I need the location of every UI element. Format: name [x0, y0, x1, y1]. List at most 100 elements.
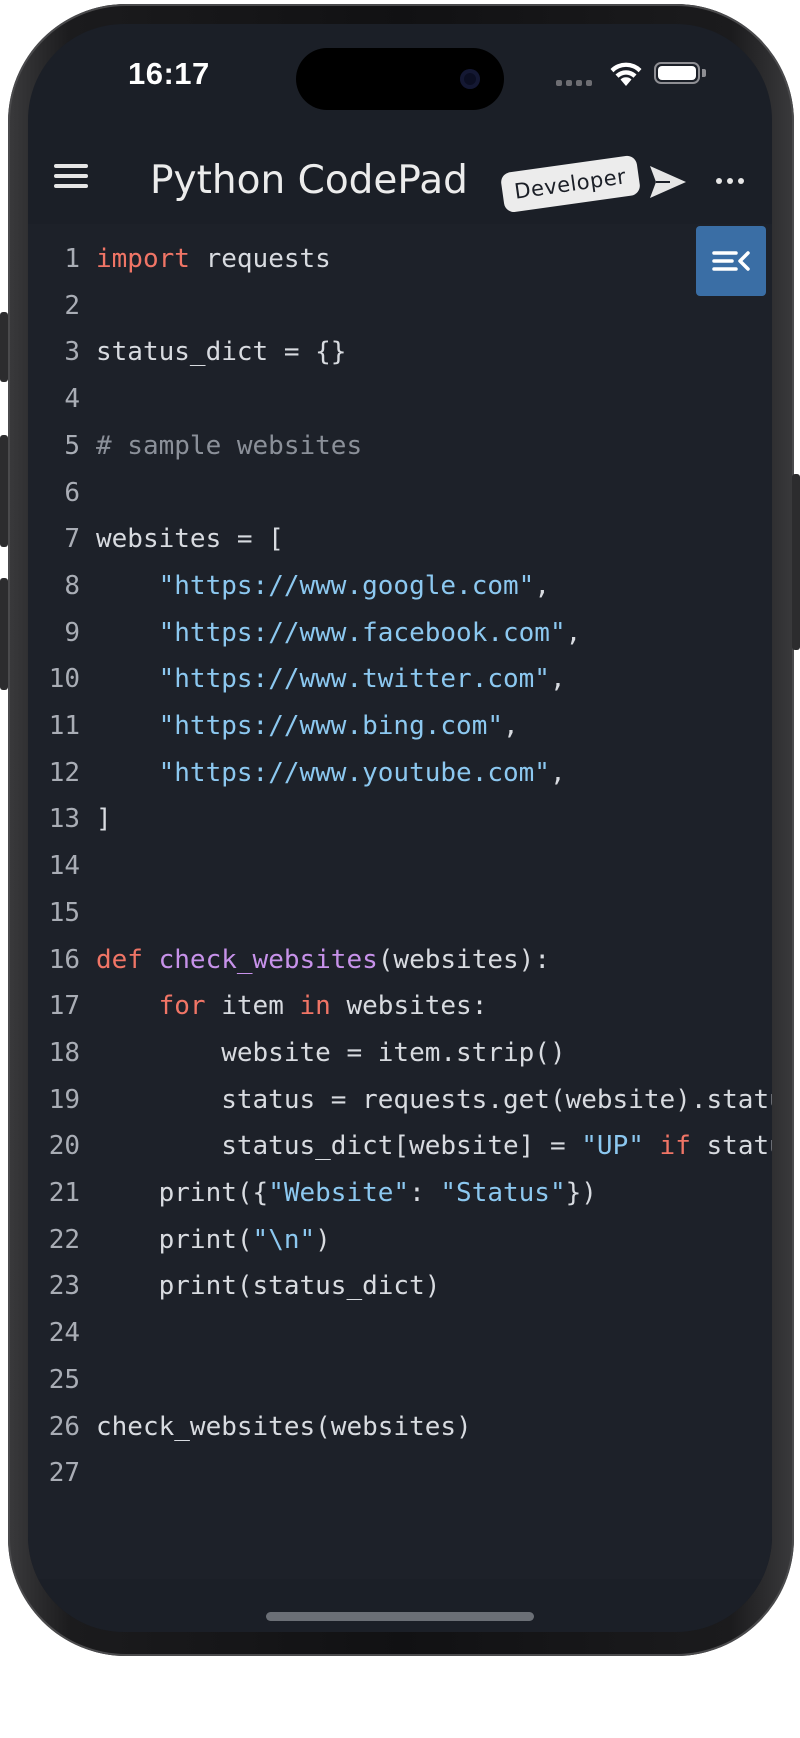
code-line[interactable]: 1 import requests	[28, 236, 772, 283]
code-line[interactable]: 3 status_dict = {}	[28, 329, 772, 376]
line-number: 26	[48, 1411, 80, 1442]
wifi-icon	[610, 62, 642, 86]
line-number: 17	[48, 991, 80, 1022]
code-line[interactable]: 4	[28, 376, 772, 423]
line-number: 1	[64, 244, 80, 274]
code-token: )	[315, 1224, 331, 1255]
line-number: 9	[64, 617, 80, 648]
code-token: in	[299, 991, 331, 1022]
code-line[interactable]: 22 print("\n")	[28, 1217, 772, 1264]
code-token: "UP"	[581, 1131, 644, 1162]
line-number: 2	[64, 290, 80, 321]
cellular-signal-icon	[556, 80, 592, 86]
line-number: 11	[48, 711, 80, 741]
code-token: ,	[549, 664, 566, 695]
code-token: for	[158, 991, 206, 1022]
code-editor[interactable]: 1 import requests 2 3 status_dict = {} 4 5 # sa…	[28, 224, 772, 1579]
developer-badge: Developer	[499, 154, 641, 214]
more-horizontal-icon[interactable]	[716, 178, 744, 184]
line-number: 15	[48, 897, 80, 928]
line-number: 5	[64, 430, 80, 461]
code-line[interactable]: 20 status_dict[website] = "UP" if status…	[28, 1123, 772, 1170]
code-token: # sample websites	[96, 430, 363, 461]
code-line[interactable]: 5 # sample websites	[28, 423, 772, 470]
code-token: status_dict = {}	[96, 337, 347, 368]
line-number: 3	[64, 337, 80, 368]
code-line[interactable]: 25	[28, 1357, 772, 1404]
code-token: if	[659, 1131, 691, 1162]
code-token: print(status_dict)	[96, 1271, 441, 1302]
app-title: Python CodePad	[150, 158, 468, 203]
code-line[interactable]: 23 print(status_dict)	[28, 1263, 772, 1310]
volume-down-button	[0, 578, 8, 690]
app-bar: Python CodePad Developer	[28, 134, 772, 234]
battery-icon	[654, 62, 700, 84]
code-line[interactable]: 21 print({"Website": "Status"})	[28, 1170, 772, 1217]
code-line[interactable]: 17 for item in websites:	[28, 983, 772, 1030]
line-number: 14	[48, 851, 80, 882]
hamburger-menu-icon[interactable]	[54, 164, 88, 188]
code-token: websites = [	[96, 524, 284, 555]
code-line[interactable]: 14	[28, 843, 772, 890]
code-token: website = item.strip()	[96, 1037, 566, 1068]
code-token: ,	[534, 570, 550, 601]
line-number: 7	[64, 524, 80, 555]
send-icon[interactable]	[648, 164, 688, 200]
code-token: "https://www.youtube.com"	[158, 757, 550, 788]
line-number: 23	[48, 1271, 80, 1302]
battery-tip	[702, 69, 706, 77]
code-line[interactable]: 19 status = requests.get(website).status…	[28, 1077, 772, 1124]
line-number: 19	[48, 1084, 80, 1115]
code-token: "https://www.twitter.com"	[158, 664, 550, 695]
phone-screen: 16:17 Python CodePad Developer 1 import …	[28, 24, 772, 1632]
code-line[interactable]: 15	[28, 890, 772, 937]
code-line[interactable]: 10 "https://www.twitter.com",	[28, 656, 772, 703]
code-token: "https://www.bing.com"	[158, 711, 503, 741]
camera-icon	[460, 69, 480, 89]
line-number: 12	[48, 757, 80, 788]
code-line[interactable]: 13]	[28, 796, 772, 843]
power-button	[792, 474, 800, 650]
bottom-strip	[28, 1579, 772, 1632]
code-token: })	[565, 1178, 597, 1208]
code-line[interactable]: 6	[28, 470, 772, 517]
code-line[interactable]: 16 def check_websites(websites):	[28, 937, 772, 984]
code-token: def	[96, 944, 143, 975]
code-token: import	[96, 244, 190, 274]
code-token: "Status"	[440, 1178, 566, 1208]
status-bar: 16:17	[28, 24, 772, 134]
code-token: ,	[503, 711, 519, 741]
code-token: websites:	[330, 991, 488, 1022]
code-line[interactable]: 27	[28, 1450, 772, 1497]
action-button	[0, 312, 8, 382]
code-token: "\n"	[252, 1224, 316, 1255]
code-line[interactable]: 9 "https://www.facebook.com",	[28, 610, 772, 657]
code-line[interactable]: 26 check_websites(websites)	[28, 1404, 772, 1451]
code-line[interactable]: 24	[28, 1310, 772, 1357]
code-token: requests	[189, 244, 331, 274]
code-line[interactable]: 2	[28, 283, 772, 330]
code-token: "https://www.google.com"	[158, 570, 535, 601]
line-number: 24	[48, 1318, 80, 1349]
line-number: 18	[48, 1037, 80, 1068]
code-token: print({	[96, 1178, 269, 1208]
code-line[interactable]: 7 websites = [	[28, 516, 772, 563]
code-line[interactable]: 12 "https://www.youtube.com",	[28, 750, 772, 797]
code-token: check_websites(websites)	[96, 1411, 472, 1442]
code-line[interactable]: 11 "https://www.bing.com",	[28, 703, 772, 750]
code-token: print(	[96, 1224, 253, 1255]
code-token: (websites):	[377, 944, 550, 975]
code-line[interactable]: 18 website = item.strip()	[28, 1030, 772, 1077]
volume-up-button	[0, 435, 8, 547]
code-token: item	[205, 991, 300, 1022]
home-indicator[interactable]	[266, 1612, 534, 1621]
code-line[interactable]: 8 "https://www.google.com",	[28, 563, 772, 610]
